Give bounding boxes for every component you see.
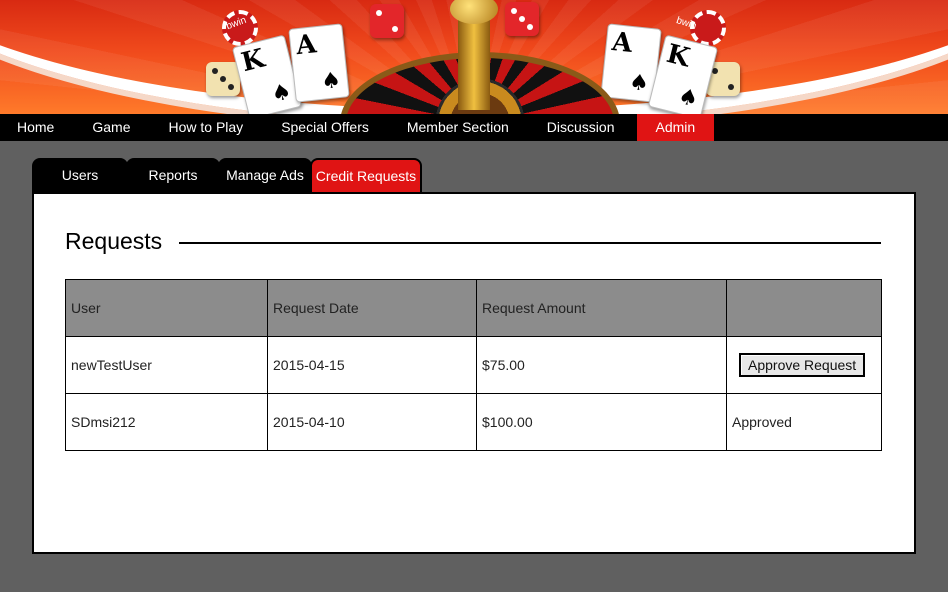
cell-action: Approve Request [726, 336, 882, 394]
title-divider [179, 242, 881, 244]
cell-request-amount: $75.00 [476, 336, 727, 394]
cell-status: Approved [726, 393, 882, 451]
nav-item-game[interactable]: Game [73, 114, 149, 141]
nav-item-special-offers[interactable]: Special Offers [262, 114, 388, 141]
table-row: newTestUser 2015-04-15 $75.00 Approve Re… [65, 336, 882, 394]
dice-icon [370, 4, 404, 38]
content-panel: Requests User Request Date Request Amoun… [32, 192, 916, 554]
nav-item-member-section[interactable]: Member Section [388, 114, 528, 141]
table-row: SDmsi212 2015-04-10 $100.00 Approved [65, 393, 882, 451]
tab-manage-ads[interactable]: Manage Ads [218, 158, 312, 192]
cell-user: newTestUser [65, 336, 268, 394]
column-header-user: User [65, 279, 268, 337]
main-nav: Home Game How to Play Special Offers Mem… [0, 114, 948, 141]
cell-user: SDmsi212 [65, 393, 268, 451]
nav-item-admin[interactable]: Admin [636, 114, 714, 141]
column-header-request-date: Request Date [267, 279, 477, 337]
nav-item-discussion[interactable]: Discussion [528, 114, 634, 141]
page-title: Requests [65, 228, 163, 254]
nav-item-home[interactable]: Home [0, 114, 73, 141]
table-header-row: User Request Date Request Amount [65, 279, 882, 337]
cell-request-date: 2015-04-15 [267, 336, 477, 394]
tab-reports[interactable]: Reports [126, 158, 220, 192]
tab-users[interactable]: Users [32, 158, 128, 192]
approve-request-button[interactable]: Approve Request [739, 353, 866, 377]
dice-icon [505, 2, 539, 36]
cell-request-amount: $100.00 [476, 393, 727, 451]
nav-item-how-to-play[interactable]: How to Play [149, 114, 262, 141]
cell-request-date: 2015-04-10 [267, 393, 477, 451]
playing-card-ace: A ♠ [288, 23, 350, 103]
dice-icon [206, 62, 240, 96]
tab-credit-requests[interactable]: Credit Requests [310, 158, 422, 192]
column-header-request-amount: Request Amount [476, 279, 727, 337]
column-header-action [726, 279, 882, 337]
header-banner: K ♠ A ♠ A ♠ K ♠ bwin bwin [0, 0, 948, 114]
requests-table: User Request Date Request Amount newTest… [65, 279, 882, 451]
